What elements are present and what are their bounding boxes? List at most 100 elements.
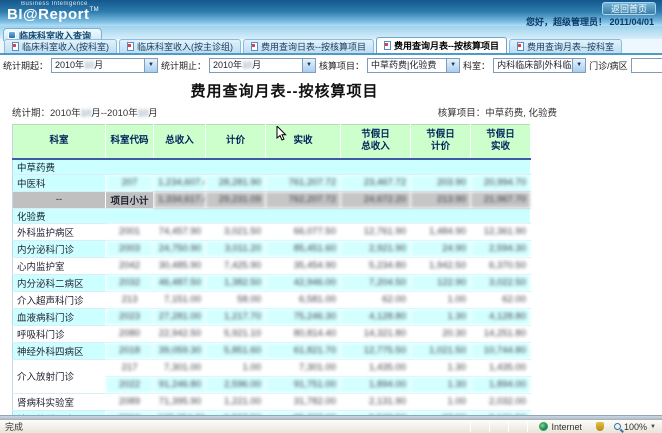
cell-value: 1,435.00 (471, 359, 531, 376)
report-meta: 统计期：2010年10月--2010年10月 核算项目：中草药费, 化验费 (12, 105, 557, 119)
cell-dept: 神经外科四病区 (13, 342, 106, 359)
project-summary-text: 核算项目：中草药费, 化验费 (438, 105, 557, 119)
chevron-down-icon[interactable]: ▼ (572, 59, 585, 72)
subtab-bar: 临床科室收入(按科室)临床科室收入(按主诊组)费用查询日表--按核算项目费用查询… (0, 39, 662, 55)
cell-value: 20,994.70 (471, 174, 531, 191)
cell-value: 1,334,617.45 (154, 191, 206, 208)
cell-value: 2,594.30 (471, 240, 531, 257)
cell-value: 7,301.00 (266, 359, 341, 376)
cell-value: 1,435.00 (341, 359, 411, 376)
cell-value: 4,128.80 (341, 308, 411, 325)
cell-dept-code: 2022 (106, 376, 154, 393)
project-label: 核算项目： (319, 59, 364, 72)
cell-dept-code: 2089 (106, 393, 154, 410)
clinic-value (632, 59, 662, 72)
cell-value: 14,251.80 (471, 325, 531, 342)
clinic-select[interactable]: ▼ (631, 58, 662, 73)
cell-dept-code: 2003 (106, 240, 154, 257)
cell-value: 7,204.50 (341, 274, 411, 291)
project-select[interactable]: 中草药费|化验费 ▼ (367, 58, 460, 73)
logo-title: BI@ReportTM (7, 7, 99, 22)
cell-value: 2,131.90 (341, 393, 411, 410)
cell-value: 1,484.90 (411, 223, 471, 240)
chevron-down-icon[interactable]: ▼ (302, 59, 315, 72)
status-divider (470, 422, 471, 432)
column-header: 科室 (13, 125, 106, 159)
status-divider (508, 422, 509, 432)
subtab-0[interactable]: 临床科室收入(按科室) (4, 39, 117, 53)
document-icon (517, 42, 524, 51)
cell-value: 3,011.20 (206, 240, 266, 257)
period-start-select[interactable]: 2010年10月 ▼ (51, 58, 158, 73)
subtab-4[interactable]: 费用查询月表--按科室 (509, 39, 622, 53)
app-logo: Business Intelligence BI@ReportTM (7, 1, 99, 22)
chevron-down-icon[interactable]: ▼ (446, 59, 459, 72)
fee-report-table: 科室科室代码总收入计价实收节假日 总收入节假日 计价节假日 实收中草药费中医科2… (12, 124, 531, 415)
table-row: 肾病科实验室208971,395.901,221.0031,782.002,13… (13, 393, 531, 410)
browser-status-bar: 完成 Internet 100% ▼ (0, 419, 662, 433)
globe-icon (539, 422, 548, 431)
browser-zoom-control[interactable]: 100% ▼ (614, 422, 662, 432)
cell-value: 1.00 (411, 291, 471, 308)
cell-dept-code: 213 (106, 291, 154, 308)
column-header: 节假日 计价 (411, 125, 471, 159)
cell-dept: -- (13, 191, 106, 208)
table-row: 内分泌科门诊200324,750.903,011.2085,451.602,92… (13, 240, 531, 257)
cell-value: 24,750.90 (154, 240, 206, 257)
cell-dept: 血液病科门诊 (13, 308, 106, 325)
cell-dept-code: 2001 (106, 223, 154, 240)
cell-value: 1.30 (411, 376, 471, 393)
cell-value: 9,121.50 (471, 410, 531, 415)
column-header: 节假日 实收 (471, 125, 531, 159)
period-start-value: 2010年10月 (52, 59, 144, 72)
cell-value: 5,234.80 (341, 257, 411, 274)
cell-value: 71,395.90 (154, 393, 206, 410)
table-row: 内分泌科二病区203246,487.501,382.5042,946.007,2… (13, 274, 531, 291)
table-row: 介入放射门诊2177,301.001.007,301.001,435.001.3… (13, 359, 531, 376)
cell-value: 1,221.00 (206, 393, 266, 410)
table-row: 心内监护室204230,485.907,425.9035,454.905,234… (13, 257, 531, 274)
report-content: 费用查询月表--按核算项目 统计期：2010年10月--2010年10月 核算项… (0, 75, 662, 415)
cell-value: 5,851.60 (206, 342, 266, 359)
period-end-label: 统计期止： (161, 59, 206, 72)
cell-value: 35,454.90 (266, 257, 341, 274)
cell-value: 58.00 (206, 291, 266, 308)
cell-value: 5,921.10 (206, 325, 266, 342)
period-end-select[interactable]: 2010年10月 ▼ (209, 58, 316, 73)
cell-value: 10,744.80 (471, 342, 531, 359)
clinic-label: 门诊/病区 (589, 59, 628, 72)
cell-value: 31,782.00 (266, 393, 341, 410)
chevron-down-icon[interactable]: ▼ (144, 59, 157, 72)
zone-label: Internet (551, 422, 582, 432)
subtab-3[interactable]: 费用查询月表--按核算项目 (376, 37, 507, 53)
cell-value: 3,021.50 (206, 223, 266, 240)
cell-value: 1.00 (206, 359, 266, 376)
cell-value: 74,457.90 (154, 223, 206, 240)
security-zone: Internet (537, 422, 596, 432)
cell-dept: 介入放射门诊 (13, 359, 106, 393)
document-icon (12, 42, 19, 51)
cell-value: 3,022.50 (471, 274, 531, 291)
subtab-2[interactable]: 费用查询日表--按核算项目 (243, 39, 374, 53)
cell-value: 9,528.50 (341, 410, 411, 415)
document-icon (384, 41, 391, 50)
cell-value: 27.90 (411, 410, 471, 415)
table-row: 中医科2071,234,607.4528,281.90761,207.7223,… (13, 174, 531, 191)
cell-value: 29,231.09 (206, 191, 266, 208)
cell-value: 762,207.72 (266, 191, 341, 208)
cell-value: 62.00 (471, 291, 531, 308)
subtab-1[interactable]: 临床科室收入(按主诊组) (119, 39, 241, 53)
column-header: 节假日 总收入 (341, 125, 411, 159)
dept-label: 科室： (463, 59, 490, 72)
dept-select[interactable]: 内科临床部|外科临床部 ▼ (493, 58, 586, 73)
logo-subtitle: Business Intelligence (7, 1, 99, 7)
user-greeting: 您好，超级管理员！ 2011/04/01 (526, 15, 654, 28)
cell-value: 1,894.00 (471, 376, 531, 393)
stat-period-text: 统计期：2010年10月--2010年10月 (12, 105, 158, 119)
cell-value: 80,814.40 (266, 325, 341, 342)
column-header: 科室代码 (106, 125, 154, 159)
section-header-row: 化验费 (13, 208, 531, 223)
subtab-label: 临床科室收入(按主诊组) (137, 40, 233, 53)
section-title: 化验费 (13, 208, 531, 223)
return-home-button[interactable]: 返回首页 (602, 2, 656, 15)
